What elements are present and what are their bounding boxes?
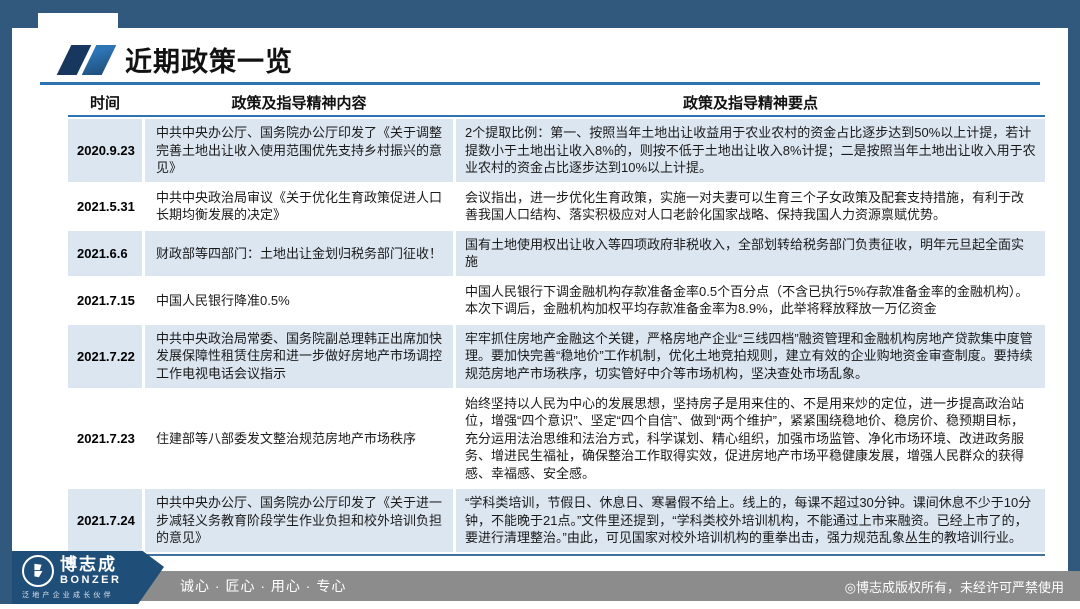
- cell-content: 中共中央政治局常委、国务院副总理韩正出席加快发展保障性租赁住房和进一步做好房地产…: [145, 325, 453, 388]
- title-bar: 近期政策一览: [64, 40, 293, 79]
- table-row: 2021.5.31 中共中央政治局审议《关于优化生育政策促进人口长期均衡发展的决…: [68, 184, 1045, 229]
- table-row: 2021.7.23 住建部等八部委发文整治规范房地产市场秩序 始终坚持以人民为中…: [68, 390, 1045, 488]
- brand-name-en: BONZER: [60, 574, 121, 586]
- cell-points: 会议指出，进一步优化生育政策，实施一对夫妻可以生育三个子女政策及配套支持措施，有…: [456, 184, 1045, 229]
- title-underline: [40, 82, 1040, 85]
- cell-content: 中共中央办公厅、国务院办公厅印发了《关于进一步减轻义务教育阶段学生作业负担和校外…: [145, 489, 453, 552]
- cell-content: 财政部等四部门：土地出让金划归税务部门征收！: [145, 231, 453, 276]
- left-frame-bar: [0, 28, 12, 604]
- footer-copyright: ◎博志成版权所有，未经许可严禁使用: [845, 577, 1080, 596]
- slide: { "page": { "title": "近期政策一览" }, "table"…: [0, 0, 1080, 609]
- col-header-time: 时间: [68, 92, 142, 113]
- col-header-content: 政策及指导精神内容: [145, 92, 453, 113]
- brand-name-cn: 博志成: [60, 556, 121, 574]
- cell-date: 2021.7.24: [68, 489, 142, 552]
- col-header-points: 政策及指导精神要点: [456, 92, 1045, 113]
- cell-date: 2021.7.23: [68, 390, 142, 488]
- cell-points: 始终坚持以人民为中心的发展思想，坚持房子是用来住的、不是用来炒的定位，进一步提高…: [456, 390, 1045, 488]
- table-row: 2021.7.24 中共中央办公厅、国务院办公厅印发了《关于进一步减轻义务教育阶…: [68, 489, 1045, 552]
- table-row: 2020.9.23 中共中央办公厅、国务院办公厅印发了《关于调整完善土地出让收入…: [68, 119, 1045, 182]
- table-header-row: 时间 政策及指导精神内容 政策及指导精神要点: [68, 90, 1045, 117]
- page-title: 近期政策一览: [125, 40, 293, 79]
- cell-points: 中国人民银行下调金融机构存款准备金率0.5个百分点（不含已执行5%存款准备金率的…: [456, 278, 1045, 323]
- top-frame-bar: [0, 0, 1080, 28]
- cell-points: 牢牢抓住房地产金融这个关键，严格房地产企业“三线四档”融资管理和金融机构房地产贷…: [456, 325, 1045, 388]
- cell-points: “学科类培训，节假日、休息日、寒暑假不给上。线上的，每课不超过30分钟。课间休息…: [456, 489, 1045, 552]
- cell-content: 中共中央政治局审议《关于优化生育政策促进人口长期均衡发展的决定》: [145, 184, 453, 229]
- cell-date: 2021.5.31: [68, 184, 142, 229]
- cell-date: 2021.7.22: [68, 325, 142, 388]
- footer-slogan: 诚心 · 匠心 · 用心 · 专心: [128, 576, 346, 596]
- footer-bar: 诚心 · 匠心 · 用心 · 专心 ◎博志成版权所有，未经许可严禁使用: [128, 571, 1080, 601]
- top-frame-notch: [38, 13, 118, 28]
- cell-points: 国有土地使用权出让收入等四项政府非税收入，全部划转给税务部门负责征收，明年元旦起…: [456, 231, 1045, 276]
- cell-date: 2021.6.6: [68, 231, 142, 276]
- cell-points: 2个提取比例：第一、按照当年土地出让收益用于农业农村的资金占比逐步达到50%以上…: [456, 119, 1045, 182]
- right-frame-bar: [1068, 28, 1080, 571]
- brand-ribbon: 博志成 BONZER 泛地产企业成长伙伴: [12, 551, 164, 604]
- double-slash-icon: [64, 45, 109, 75]
- cell-content: 住建部等八部委发文整治规范房地产市场秩序: [145, 390, 453, 488]
- table-row: 2021.7.15 中国人民银行降准0.5% 中国人民银行下调金融机构存款准备金…: [68, 278, 1045, 323]
- table-bottom-rule: [68, 554, 1045, 557]
- cell-date: 2020.9.23: [68, 119, 142, 182]
- cell-date: 2021.7.15: [68, 278, 142, 323]
- brand-tagline: 泛地产企业成长伙伴: [22, 590, 114, 600]
- policy-table: 时间 政策及指导精神内容 政策及指导精神要点 2020.9.23 中共中央办公厅…: [68, 90, 1045, 556]
- table-row: 2021.7.22 中共中央政治局常委、国务院副总理韩正出席加快发展保障性租赁住…: [68, 325, 1045, 388]
- table-row: 2021.6.6 财政部等四部门：土地出让金划归税务部门征收！ 国有土地使用权出…: [68, 231, 1045, 276]
- bonzer-logo-icon: [22, 555, 54, 587]
- cell-content: 中国人民银行降准0.5%: [145, 278, 453, 323]
- cell-content: 中共中央办公厅、国务院办公厅印发了《关于调整完善土地出让收入使用范围优先支持乡村…: [145, 119, 453, 182]
